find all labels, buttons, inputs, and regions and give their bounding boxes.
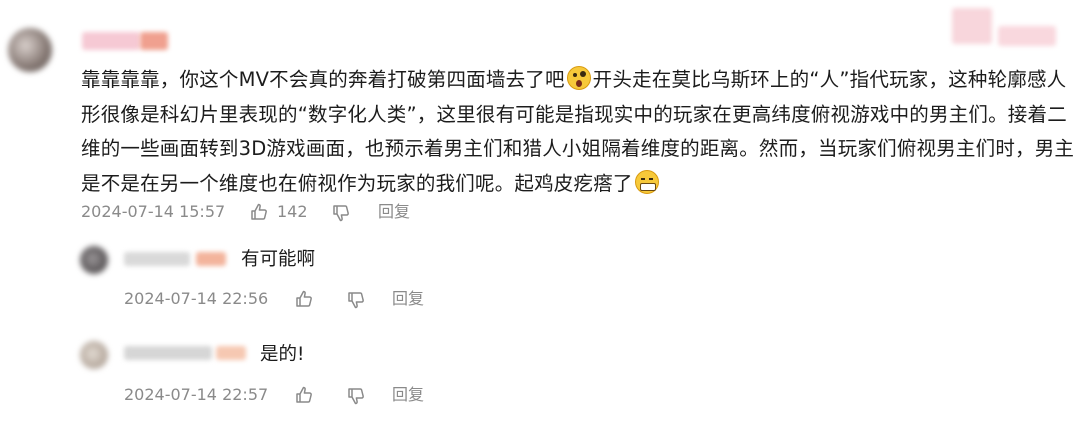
thumbs-up-icon[interactable] xyxy=(294,385,314,405)
reply-avatar[interactable] xyxy=(80,246,108,274)
comment-line: 靠靠靠靠，你这个MV不会真的奔着打破第四面墙去了吧 开头走在莫比乌斯环上的“人”指… xyxy=(81,66,1067,91)
fan-badge-blurred xyxy=(952,8,992,44)
reply-username-blurred[interactable] xyxy=(124,252,190,266)
fan-badge-label-blurred xyxy=(998,26,1056,46)
avatar[interactable] xyxy=(8,28,52,72)
reply-avatar[interactable] xyxy=(80,341,108,369)
thumbs-down-icon[interactable] xyxy=(346,290,366,310)
user-badge-blurred xyxy=(140,32,168,50)
comment-line: 形很像是科幻片里表现的“数字化人类”，这里很有可能是指现实中的玩家在更高纬度俯视… xyxy=(81,102,1067,126)
comment-line: 是不是在另一个维度也在俯视作为玩家的我们呢。起鸡皮疙瘩了 xyxy=(81,167,1066,202)
comment-line: 维的一些画面转到3D游戏画面，也预示着男主们和猎人小姐隔着维度的距离。然而，当玩… xyxy=(81,137,1075,160)
reply-badge-blurred xyxy=(216,346,246,360)
thumbs-up-icon[interactable] xyxy=(294,289,314,309)
thumbs-down-icon[interactable] xyxy=(346,386,366,406)
reply-text: 有可能啊 xyxy=(241,249,316,270)
reply-meta: 2024-07-14 22:57 回复 xyxy=(124,384,444,406)
reply-badge-blurred xyxy=(196,252,226,266)
thumbs-up-icon[interactable] xyxy=(249,202,269,222)
comment-timestamp: 2024-07-14 15:57 xyxy=(81,202,226,221)
reply-meta: 2024-07-14 22:56 回复 xyxy=(124,288,444,310)
comment-body: 靠靠靠靠，你这个MV不会真的奔着打破第四面墙去了吧 开头走在莫比乌斯环上的“人”指… xyxy=(81,63,1075,202)
thumbs-down-icon[interactable] xyxy=(331,203,351,223)
reply-button[interactable]: 回复 xyxy=(392,288,424,310)
comment-meta: 2024-07-14 15:57 142 回复 xyxy=(81,201,441,223)
reply-timestamp: 2024-07-14 22:56 xyxy=(124,289,269,308)
reply-text: 是的! xyxy=(260,344,305,365)
reply-timestamp: 2024-07-14 22:57 xyxy=(124,385,269,404)
reply-username-blurred[interactable] xyxy=(124,346,212,360)
username-blurred[interactable] xyxy=(82,32,140,50)
like-count: 142 xyxy=(277,202,308,221)
reply-button[interactable]: 回复 xyxy=(378,201,410,223)
shock-face-emoji-icon xyxy=(566,66,591,90)
grimace-face-emoji-icon xyxy=(634,169,659,194)
reply-button[interactable]: 回复 xyxy=(392,384,424,406)
